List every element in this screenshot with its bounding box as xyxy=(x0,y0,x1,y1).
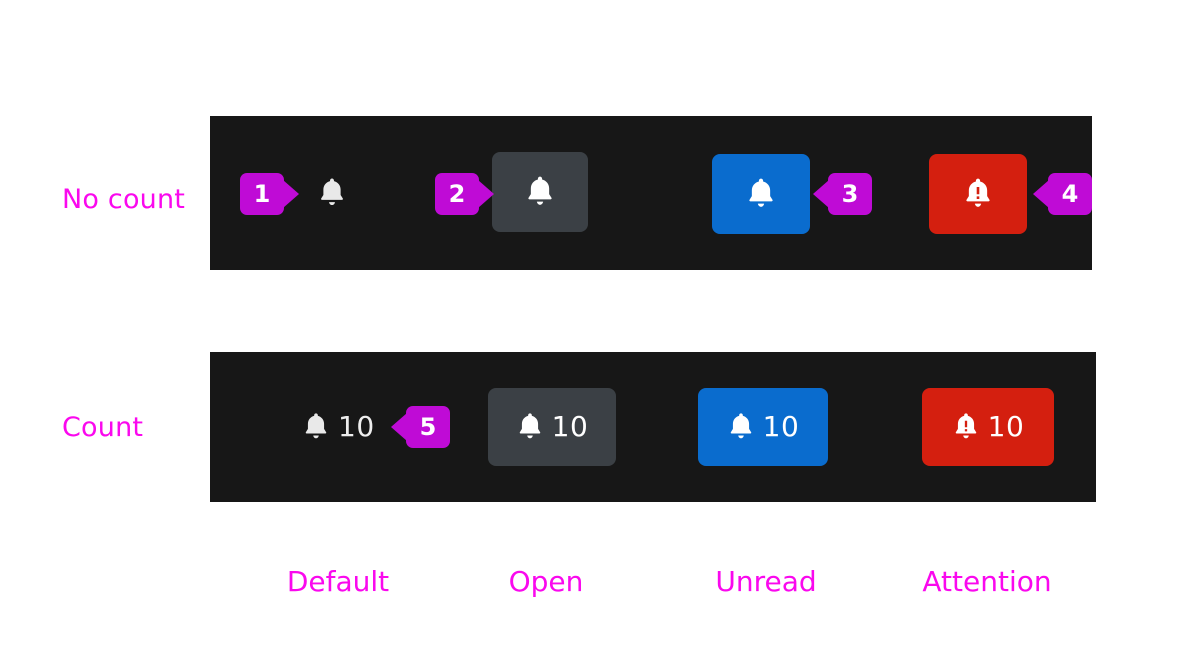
count-panel: 10 10 10 10 5 xyxy=(210,352,1096,502)
bell-icon xyxy=(516,412,544,442)
notification-chip-count-unread[interactable]: 10 xyxy=(698,388,828,466)
column-caption-open: Open xyxy=(508,565,584,598)
column-caption-attention: Attention xyxy=(922,565,1052,598)
no-count-panel: 1 2 3 4 xyxy=(210,116,1092,270)
callout-badge-3: 3 xyxy=(813,173,872,215)
callout-arrow-icon xyxy=(478,180,494,208)
callout-number: 2 xyxy=(448,180,466,208)
notification-chip-count-default[interactable]: 10 xyxy=(302,402,380,452)
bell-icon xyxy=(727,412,755,442)
callout-arrow-icon xyxy=(391,413,407,441)
bell-alert-icon xyxy=(962,177,994,211)
bell-icon xyxy=(745,177,777,211)
notification-chip-count-open[interactable]: 10 xyxy=(488,388,616,466)
callout-arrow-icon xyxy=(1033,180,1049,208)
notification-chip-no-count-attention[interactable] xyxy=(929,154,1027,234)
callout-number: 5 xyxy=(419,413,437,441)
bell-icon xyxy=(302,412,330,442)
callout-badge-2: 2 xyxy=(435,173,494,215)
column-caption-default: Default xyxy=(286,565,390,598)
row-label-no-count: No count xyxy=(62,184,186,215)
notification-count: 10 xyxy=(551,410,589,443)
notification-chip-no-count-open[interactable] xyxy=(492,152,588,232)
notification-chip-no-count-unread[interactable] xyxy=(712,154,810,234)
bell-alert-icon xyxy=(952,412,980,442)
callout-arrow-icon xyxy=(813,180,829,208)
notification-count: 10 xyxy=(762,410,800,443)
notification-chip-no-count-default[interactable] xyxy=(310,171,354,215)
notification-chip-count-attention[interactable]: 10 xyxy=(922,388,1054,466)
column-caption-unread: Unread xyxy=(715,565,817,598)
bell-icon xyxy=(317,177,347,209)
row-label-count: Count xyxy=(62,412,144,443)
callout-badge-1: 1 xyxy=(240,173,299,215)
callout-number: 3 xyxy=(841,180,859,208)
callout-number: 4 xyxy=(1061,180,1079,208)
bell-icon xyxy=(524,175,556,209)
callout-badge-5: 5 xyxy=(391,406,450,448)
callout-arrow-icon xyxy=(283,180,299,208)
callout-badge-4: 4 xyxy=(1033,173,1092,215)
callout-number: 1 xyxy=(253,180,271,208)
notification-count: 10 xyxy=(338,410,375,443)
notification-count: 10 xyxy=(987,410,1025,443)
